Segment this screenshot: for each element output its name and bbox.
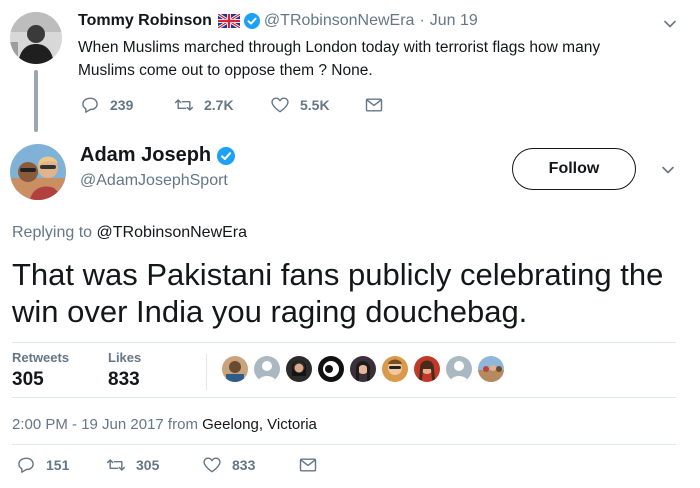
tweet-timestamp: 2:00 PM - 19 Jun 2017 from Geelong, Vict…: [12, 416, 317, 433]
timestamp-text[interactable]: 2:00 PM - 19 Jun 2017 from: [12, 416, 198, 433]
parent-tweet-date[interactable]: Jun 19: [430, 12, 478, 30]
envelope-icon: [365, 98, 383, 112]
liker-avatar[interactable]: [286, 356, 312, 382]
reply-icon: [18, 457, 34, 473]
stats-separator: [206, 354, 207, 390]
verified-badge-icon: [243, 13, 260, 29]
chevron-down-icon: [664, 20, 676, 28]
liker-avatar[interactable]: [414, 356, 440, 382]
parent-retweet-count: 2.7K: [204, 97, 234, 113]
parent-author-handle[interactable]: @TRobinsonNewEra: [264, 12, 415, 30]
liker-avatar[interactable]: [350, 356, 376, 382]
main-dm-button[interactable]: [298, 455, 328, 475]
parent-action-bar: 239 2.7K 5.5K: [80, 95, 394, 115]
parent-reply-button[interactable]: 239: [80, 95, 174, 115]
parent-like-button[interactable]: 5.5K: [270, 95, 364, 115]
main-retweet-count: 305: [136, 457, 160, 473]
divider: [12, 444, 676, 445]
uk-flag-icon: [217, 12, 241, 30]
replying-to-line: Replying to @TRobinsonNewEra: [12, 224, 247, 242]
retweets-stat[interactable]: Retweets 305: [12, 350, 69, 391]
main-author-row: Adam Joseph: [80, 144, 236, 167]
envelope-icon: [299, 458, 317, 472]
main-author-name[interactable]: Adam Joseph: [80, 144, 211, 167]
liker-avatar[interactable]: [446, 356, 472, 382]
replying-to-label: Replying to: [12, 224, 93, 241]
retweet-icon: [174, 99, 194, 111]
heart-icon: [203, 457, 221, 473]
parent-tweet-header: Tommy Robinson @TRobinsonNewEra · Jun 19: [78, 12, 478, 30]
main-like-button[interactable]: 833: [202, 455, 298, 475]
parent-retweet-button[interactable]: 2.7K: [174, 95, 270, 115]
main-retweet-button[interactable]: 305: [106, 455, 202, 475]
divider: [12, 342, 676, 343]
likes-stat[interactable]: Likes 833: [108, 350, 141, 391]
liker-avatar[interactable]: [382, 356, 408, 382]
parent-author-name[interactable]: Tommy Robinson: [78, 12, 212, 30]
follow-button[interactable]: Follow: [512, 148, 636, 190]
divider: [12, 397, 676, 398]
verified-badge-icon: [217, 146, 236, 165]
retweets-stat-label: Retweets: [12, 350, 70, 365]
parent-like-count: 5.5K: [300, 97, 330, 113]
main-reply-count: 151: [46, 457, 70, 473]
liker-avatar[interactable]: [318, 356, 344, 382]
likes-stat-value: 833: [108, 369, 140, 390]
main-author-handle[interactable]: @AdamJosephSport: [80, 172, 228, 190]
parent-avatar[interactable]: [10, 12, 62, 64]
retweets-stat-value: 305: [12, 369, 44, 390]
liker-avatar[interactable]: [222, 356, 248, 382]
liker-avatars: [222, 356, 504, 382]
liker-avatar[interactable]: [254, 356, 280, 382]
main-tweet-text: That was Pakistani fans publicly celebra…: [12, 257, 664, 329]
main-like-count: 833: [232, 457, 256, 473]
likes-stat-label: Likes: [108, 350, 142, 365]
main-more-menu[interactable]: [660, 162, 676, 183]
tweet-location[interactable]: Geelong, Victoria: [202, 416, 317, 433]
heart-icon: [271, 97, 289, 113]
parent-reply-count: 239: [110, 97, 134, 113]
retweet-icon: [106, 459, 126, 471]
date-separator: ·: [419, 12, 425, 29]
thread-connector-line: [34, 70, 38, 132]
parent-more-menu[interactable]: [662, 16, 678, 37]
chevron-down-icon: [662, 166, 674, 174]
main-author-avatar[interactable]: [10, 144, 66, 200]
main-action-bar: 151 305 833: [16, 455, 328, 475]
parent-dm-button[interactable]: [364, 95, 394, 115]
main-reply-button[interactable]: 151: [16, 455, 106, 475]
parent-tweet-text: When Muslims marched through London toda…: [78, 39, 601, 79]
replying-to-handle[interactable]: @TRobinsonNewEra: [97, 224, 248, 241]
reply-icon: [82, 97, 98, 113]
liker-avatar[interactable]: [478, 356, 504, 382]
